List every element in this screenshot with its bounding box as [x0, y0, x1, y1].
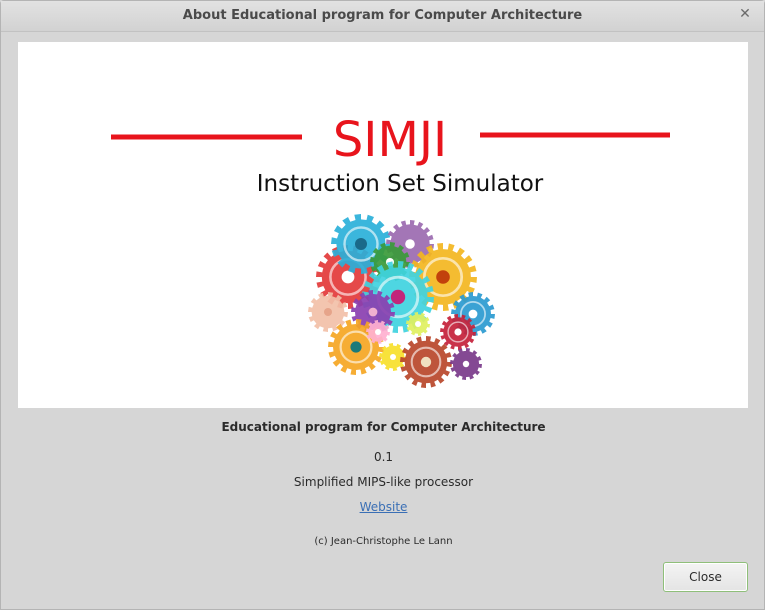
logo-brand: SIMJI	[333, 112, 447, 168]
gear	[450, 348, 482, 380]
logo-panel: SIMJI Instruction Set Simulator	[18, 42, 748, 408]
gear	[308, 292, 348, 332]
close-button[interactable]: Close	[663, 562, 748, 592]
about-dialog: About Educational program for Computer A…	[0, 0, 765, 610]
gear	[406, 312, 430, 336]
version-label: 0.1	[373, 450, 394, 464]
copyright-label: (c) Jean-Christophe Le Lann	[314, 536, 453, 547]
comments-label: Simplified MIPS-like processor	[293, 475, 474, 489]
website-container: Website	[1, 500, 765, 514]
gear	[440, 314, 476, 350]
gear	[400, 336, 452, 388]
program-name: Educational program for Computer Archite…	[221, 420, 546, 434]
title-bar[interactable]: About Educational program for Computer A…	[1, 1, 764, 32]
logo-subtitle: Instruction Set Simulator	[257, 171, 544, 197]
simji-logo: SIMJI Instruction Set Simulator	[111, 112, 670, 388]
website-link[interactable]: Website	[360, 500, 408, 514]
window-title: About Educational program for Computer A…	[182, 8, 583, 23]
gears-illustration	[308, 214, 495, 388]
close-icon[interactable]: ✕	[736, 5, 754, 23]
